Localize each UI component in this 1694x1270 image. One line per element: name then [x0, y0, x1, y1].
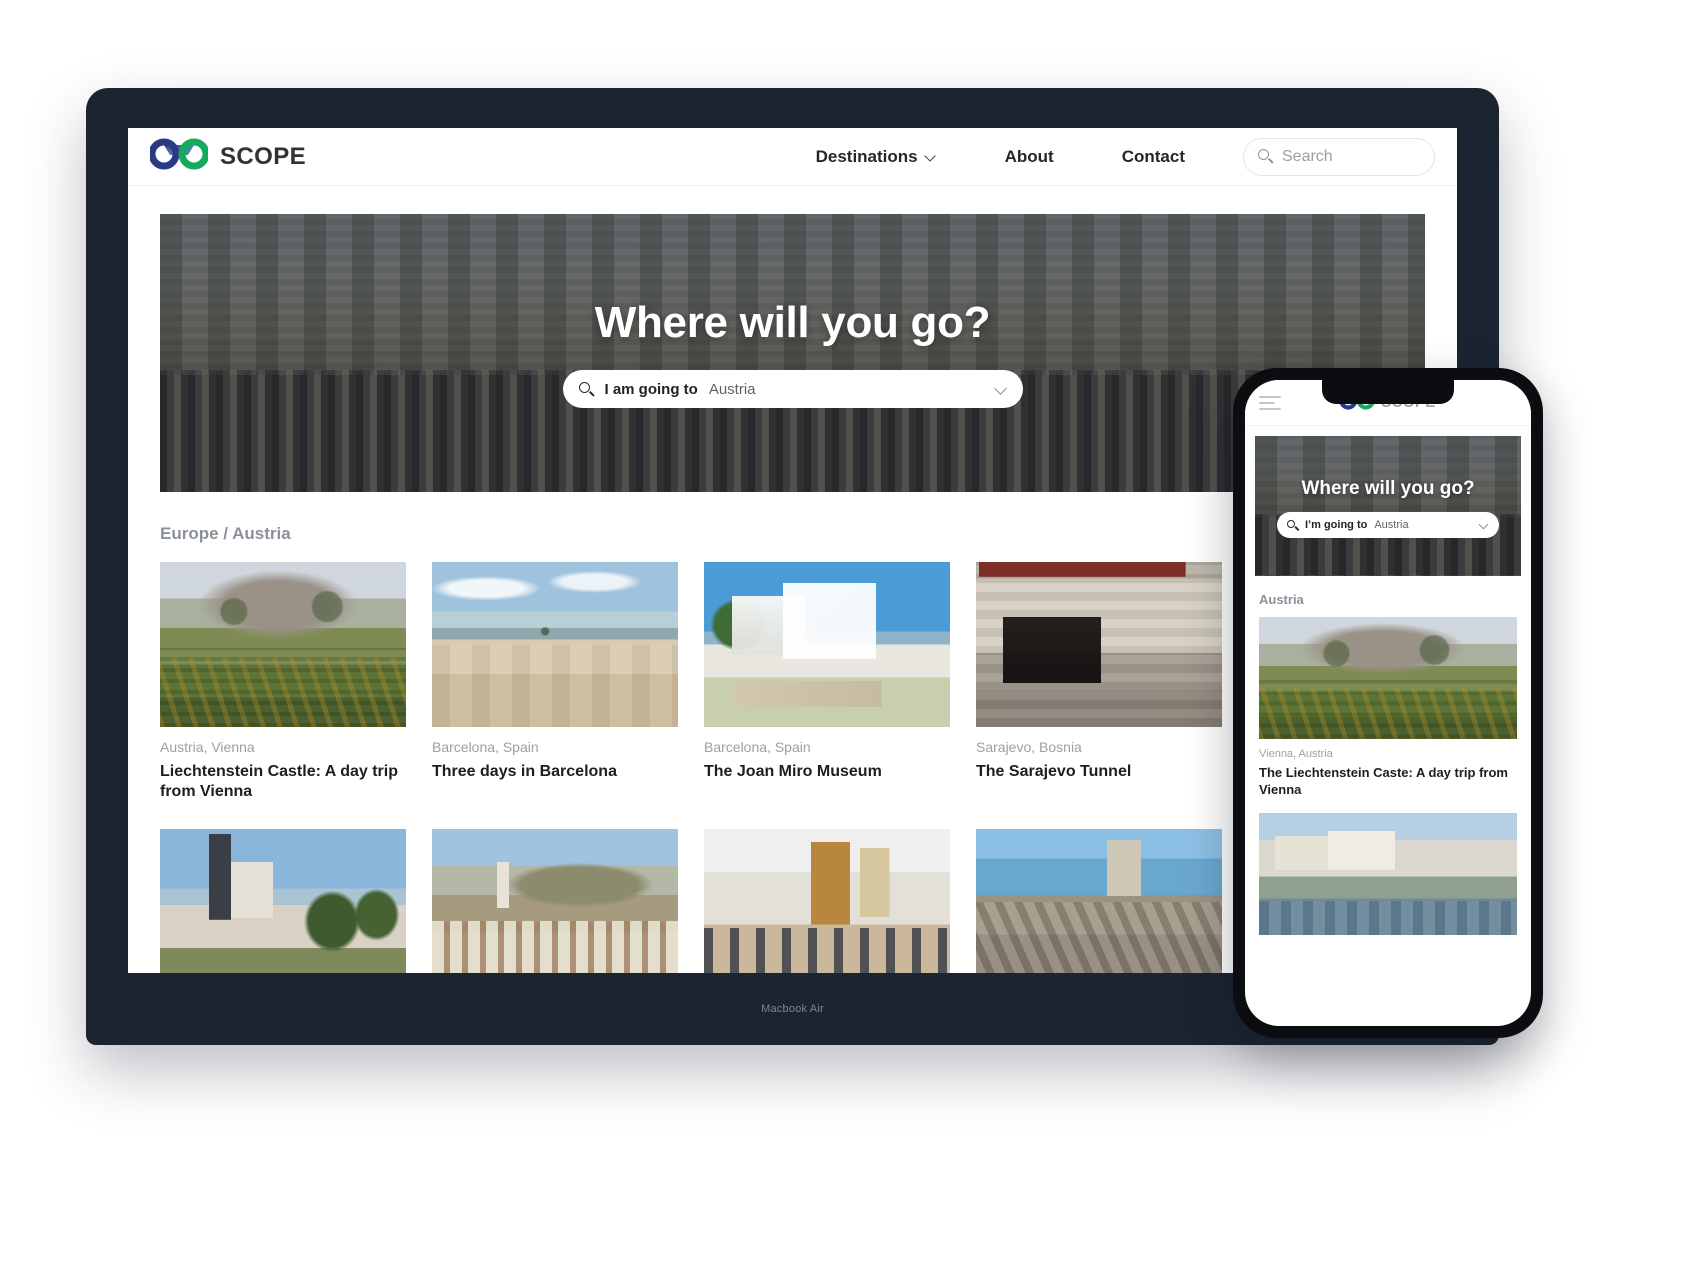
card-location: Barcelona, Spain: [704, 739, 811, 755]
nav-item-about[interactable]: About: [971, 147, 1088, 167]
binoculars-logo-icon: [148, 138, 210, 175]
card-title: The Joan Miro Museum: [704, 763, 882, 780]
destination-card[interactable]: [432, 828, 678, 973]
card-location: Barcelona, Spain: [432, 739, 539, 755]
card-image: [704, 562, 950, 727]
phone-hero-title: Where will you go?: [1301, 478, 1475, 499]
card-image: [976, 828, 1222, 973]
destination-card[interactable]: Barcelona, Spain Three days in Barcelona: [432, 562, 678, 803]
hero-search-label: I am going to: [604, 380, 698, 398]
phone-notch: [1322, 380, 1454, 404]
phone-destination-card[interactable]: Vienna, Austria The Liechtenstein Caste:…: [1259, 617, 1517, 799]
card-title: The Sarajevo Tunnel: [976, 763, 1132, 780]
destination-card[interactable]: [976, 828, 1222, 973]
phone-card-image: [1259, 812, 1517, 935]
phone-destination-card[interactable]: [1259, 812, 1517, 935]
main-nav: Destinations About Contact Search: [782, 137, 1435, 176]
chevron-down-icon: [926, 151, 937, 162]
card-image: [160, 828, 406, 973]
destination-card[interactable]: Sarajevo, Bosnia The Sarajevo Tunnel: [976, 562, 1222, 803]
card-title: Liechtenstein Castle: A day trip from Vi…: [160, 763, 398, 801]
phone-search-label: I’m going to: [1305, 519, 1368, 531]
destination-card[interactable]: [704, 828, 950, 973]
card-image: [432, 828, 678, 973]
destination-card[interactable]: [160, 828, 406, 973]
nav-label-destinations: Destinations: [815, 146, 918, 166]
nav-label-contact: Contact: [1121, 146, 1185, 166]
page-root: SCOPE Destinations About Contact Search …: [0, 0, 1694, 1270]
phone-section-title: Austria: [1259, 592, 1304, 607]
phone-search-value: Austria: [1374, 519, 1409, 531]
hero-title: Where will you go?: [594, 298, 991, 347]
search-icon: [1258, 149, 1274, 164]
hamburger-menu-icon[interactable]: [1259, 395, 1281, 410]
phone-hero-content: Where will you go? I’m going to Austria: [1255, 436, 1521, 576]
nav-item-destinations[interactable]: Destinations: [782, 147, 971, 167]
phone-device: SCOPE Where will you go? I’m going to Au…: [1233, 368, 1543, 1038]
brand-logo[interactable]: SCOPE: [148, 138, 307, 175]
search-icon: [578, 381, 595, 397]
phone-card-image: [1259, 617, 1517, 739]
nav-item-contact[interactable]: Contact: [1088, 147, 1219, 167]
chevron-down-icon[interactable]: [1480, 521, 1489, 530]
card-image: [160, 562, 406, 727]
phone-card-location: Vienna, Austria: [1259, 748, 1333, 760]
chevron-down-icon[interactable]: [995, 383, 1007, 395]
nav-label-about: About: [1004, 146, 1054, 166]
search-icon: [1287, 519, 1299, 531]
card-location: Sarajevo, Bosnia: [976, 739, 1082, 755]
phone-card-title: The Liechtenstein Caste: A day trip from…: [1259, 765, 1508, 797]
header-search-box[interactable]: Search: [1243, 137, 1435, 176]
phone-destination-search[interactable]: I’m going to Austria: [1277, 512, 1499, 538]
site-header: SCOPE Destinations About Contact Search: [128, 128, 1457, 186]
card-image: [704, 828, 950, 973]
hero-destination-search[interactable]: I am going to Austria: [562, 370, 1023, 408]
brand-name: SCOPE: [220, 142, 307, 170]
card-location: Austria, Vienna: [160, 739, 255, 755]
destination-card[interactable]: Austria, Vienna Liechtenstein Castle: A …: [160, 562, 406, 803]
destination-card[interactable]: Barcelona, Spain The Joan Miro Museum: [704, 562, 950, 803]
card-image: [976, 562, 1222, 727]
card-title: Three days in Barcelona: [432, 763, 617, 780]
header-search-placeholder: Search: [1282, 147, 1333, 165]
phone-hero-banner: Where will you go? I’m going to Austria: [1255, 436, 1521, 576]
device-label: Macbook Air: [761, 1003, 824, 1015]
hero-search-value: Austria: [708, 380, 756, 398]
phone-screen: SCOPE Where will you go? I’m going to Au…: [1245, 380, 1531, 1026]
card-image: [432, 562, 678, 727]
